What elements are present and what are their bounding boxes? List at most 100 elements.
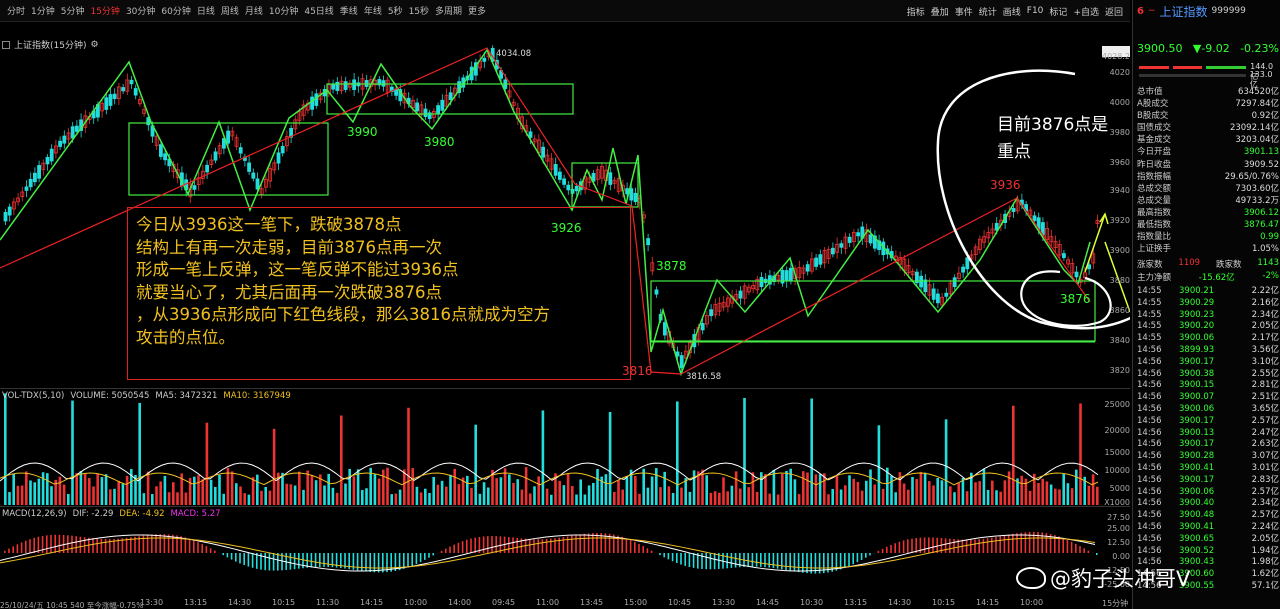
period-tab[interactable]: 日线	[194, 4, 218, 17]
period-tab[interactable]: 45日线	[301, 4, 336, 17]
tick-row[interactable]: 14:56 3900.17 3.10亿	[1137, 357, 1279, 369]
stat-label: A股成交	[1137, 99, 1169, 110]
volume-bar	[243, 493, 246, 505]
period-tab[interactable]: 多周期	[432, 4, 465, 17]
tick-row[interactable]: 14:56 3900.38 2.55亿	[1137, 369, 1279, 381]
volume-bar	[865, 480, 868, 505]
volume-bar	[848, 475, 851, 505]
tick-row[interactable]: 14:55 3900.29 2.16亿	[1137, 298, 1279, 310]
tick-row[interactable]: 14:56 3900.28 3.07亿	[1137, 451, 1279, 463]
tick-row[interactable]: 14:56 3900.15 2.81亿	[1137, 380, 1279, 392]
toolbar-action[interactable]: 返回	[1102, 5, 1126, 18]
tick-row[interactable]: 14:55 3900.23 2.34亿	[1137, 310, 1279, 322]
tick-row[interactable]: 14:56 3900.06 2.57亿	[1137, 487, 1279, 499]
volume-bar	[524, 467, 528, 505]
macd-histogram-bar	[424, 553, 426, 560]
period-tab[interactable]: 60分钟	[158, 4, 193, 17]
panel-icon[interactable]	[2, 40, 10, 49]
period-tab[interactable]: 年线	[361, 4, 385, 17]
period-tab[interactable]: 更多	[465, 4, 489, 17]
candle-body	[45, 157, 50, 165]
toolbar-action[interactable]: 指标	[904, 5, 928, 18]
tick-row[interactable]: 14:55 3900.06 2.17亿	[1137, 333, 1279, 345]
period-tab[interactable]: 1分钟	[28, 4, 58, 17]
toolbar-action[interactable]: +自选	[1070, 5, 1102, 18]
period-tab[interactable]: 周线	[218, 4, 242, 17]
candle-body	[789, 267, 793, 282]
bar-row-2: 133.0亿	[1139, 70, 1277, 89]
quote-header: 6 − 上证指数 999999	[1133, 0, 1280, 22]
macd-histogram-bar	[79, 536, 82, 553]
macd-histogram-bar	[550, 538, 552, 553]
tick-v: 2.24亿	[1251, 521, 1279, 532]
tick-row[interactable]: 14:56 3900.48 2.57亿	[1137, 510, 1279, 522]
period-tab[interactable]: 月线	[242, 4, 266, 17]
period-tab[interactable]: 30分钟	[123, 4, 158, 17]
level-label-3980: 3980	[424, 135, 455, 149]
gear-icon[interactable]: ⚙	[90, 40, 98, 50]
time-tick: 14:45	[756, 598, 780, 607]
tick-row[interactable]: 14:56 3900.17 2.83亿	[1137, 475, 1279, 487]
price-tick: 3880	[1109, 276, 1130, 285]
tick-row[interactable]: 14:56 3900.40 2.34亿	[1137, 498, 1279, 510]
macd-histogram-bar	[860, 553, 863, 560]
toolbar-action[interactable]: F10	[1024, 6, 1047, 16]
volume-bar	[739, 488, 742, 505]
toolbar-action[interactable]: 叠加	[928, 5, 952, 18]
annotation-line: 结构上有再一次走弱，目前3876点再一次	[136, 237, 442, 257]
tick-row[interactable]: 14:56 3900.06 3.65亿	[1137, 404, 1279, 416]
macd-histogram-bar	[193, 540, 195, 553]
period-tab[interactable]: 10分钟	[266, 4, 301, 17]
volume-bar	[923, 472, 927, 505]
tick-row[interactable]: 14:56 3900.17 2.57亿	[1137, 416, 1279, 428]
tick-t: 14:56	[1137, 392, 1162, 403]
minus-icon[interactable]: −	[1148, 6, 1156, 16]
macd-histogram-bar	[83, 537, 86, 553]
macd-panel[interactable]: MACD(12,26,9) DIF: -2.29 DEA: -4.92 MACD: 5…	[0, 506, 1130, 598]
tick-p: 3900.17	[1179, 415, 1215, 426]
period-tab[interactable]: 5秒	[385, 4, 406, 17]
tick-row[interactable]: 14:55 3900.20 2.05亿	[1137, 321, 1279, 333]
macd-histogram-bar	[579, 534, 581, 553]
period-tab[interactable]: 季线	[337, 4, 361, 17]
tick-row[interactable]: 14:55 3900.21 2.22亿	[1137, 286, 1279, 298]
quote-stat-row: 基金成交 3203.04亿	[1137, 134, 1279, 146]
toolbar-action[interactable]: 标记	[1046, 5, 1070, 18]
volume-bar	[814, 474, 818, 505]
volume-bar	[457, 484, 461, 505]
tick-row[interactable]: 14:56 3900.65 2.05亿	[1137, 534, 1279, 546]
macd-canvas[interactable]	[0, 507, 1130, 599]
macd-histogram-bar	[537, 539, 539, 553]
tick-row[interactable]: 14:56 3900.52 1.94亿	[1137, 546, 1279, 558]
tick-p: 3900.41	[1179, 462, 1215, 473]
volume-bar	[251, 477, 255, 505]
macd-histogram-bar	[461, 541, 464, 553]
volume-canvas[interactable]	[0, 389, 1130, 507]
tick-row[interactable]: 14:56 3900.17 2.63亿	[1137, 439, 1279, 451]
tick-row[interactable]: 14:56 3900.41 3.01亿	[1137, 463, 1279, 475]
period-tab[interactable]: 15分钟	[87, 4, 122, 17]
tick-row[interactable]: 14:56 3900.13 2.47亿	[1137, 428, 1279, 440]
stat-label: 上证换手	[1137, 244, 1172, 255]
tick-row[interactable]: 14:56 3900.41 2.24亿	[1137, 522, 1279, 534]
tick-p: 3900.06	[1179, 403, 1215, 414]
macd-histogram-bar	[575, 535, 577, 553]
quote-stat-row: B股成交 0.92亿	[1137, 110, 1279, 122]
toolbar-action[interactable]: 事件	[952, 5, 976, 18]
volume-bar	[537, 476, 540, 505]
period-tab[interactable]: 分时	[4, 4, 28, 17]
time-tick: 10:45	[668, 598, 692, 607]
volume-bar	[751, 472, 755, 505]
volume-bar	[1049, 484, 1053, 505]
volume-panel[interactable]: VOL-TDX(5,10) VOLUME: 5050545 MA5: 3472321…	[0, 388, 1130, 506]
tick-list[interactable]: 14:55 3900.21 2.22亿 14:55 3900.29 2.16亿 14:55 3…	[1137, 286, 1279, 593]
period-tab[interactable]: 15秒	[406, 4, 432, 17]
tick-row[interactable]: 14:56 3899.93 3.56亿	[1137, 345, 1279, 357]
toolbar-action[interactable]: 统计	[976, 5, 1000, 18]
tick-row[interactable]: 14:56 3900.07 2.51亿	[1137, 392, 1279, 404]
period-tab[interactable]: 5分钟	[58, 4, 88, 17]
toolbar-action[interactable]: 画线	[1000, 5, 1024, 18]
stat-value: 3876.47	[1243, 220, 1279, 231]
macd-histogram-bar	[688, 553, 691, 567]
index-name[interactable]: 上证指数	[1160, 3, 1208, 20]
